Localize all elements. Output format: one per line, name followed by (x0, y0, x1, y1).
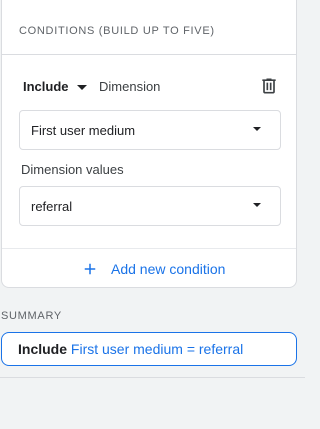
conditions-card: CONDITIONS (BUILD UP TO FIVE) Include Di… (1, 0, 297, 288)
summary-expression: First user medium = referral (70, 341, 244, 357)
summary-label: SUMMARY (1, 310, 62, 322)
dimension-values-select-value: referral (31, 199, 73, 214)
card-divider (2, 248, 296, 249)
dimension-select[interactable]: First user medium (19, 110, 281, 150)
conditions-header: CONDITIONS (BUILD UP TO FIVE) (2, 0, 296, 55)
plus-icon (84, 263, 96, 275)
add-condition-label: Add new condition (111, 261, 226, 277)
summary-include: Include (18, 341, 68, 357)
dimension-values-label: Dimension values (21, 162, 124, 177)
dimension-label: Dimension (99, 79, 161, 94)
dimension-select-value: First user medium (31, 123, 136, 138)
section-divider (0, 377, 305, 378)
add-condition-button[interactable]: Add new condition (81, 260, 225, 278)
caret-down-icon (253, 203, 261, 207)
summary-box: Include First user medium = referral (1, 332, 297, 366)
segment-condition-panel: CONDITIONS (BUILD UP TO FIVE) Include Di… (0, 0, 305, 429)
caret-down-icon (253, 127, 261, 131)
trash-icon[interactable] (259, 76, 279, 96)
include-label: Include (23, 79, 69, 94)
dimension-values-select[interactable]: referral (19, 186, 281, 226)
include-dropdown[interactable]: Include (23, 79, 87, 94)
caret-down-icon (76, 85, 87, 90)
condition-row: Include Dimension (2, 55, 296, 113)
conditions-title: CONDITIONS (BUILD UP TO FIVE) (19, 25, 215, 37)
